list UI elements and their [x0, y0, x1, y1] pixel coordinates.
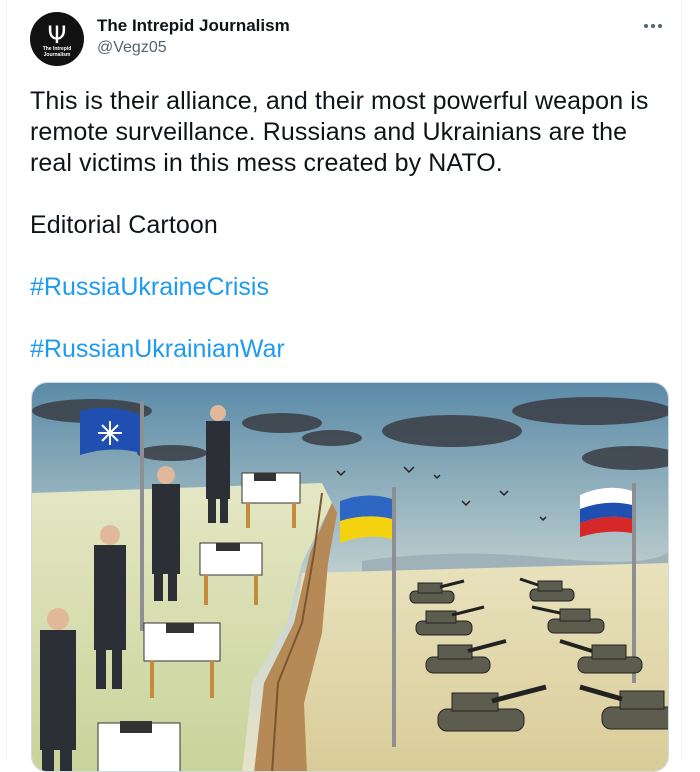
tweet-media-image[interactable]: [31, 382, 669, 772]
avatar[interactable]: Ψ The Intrepid Journalism: [30, 12, 84, 66]
more-horizontal-icon[interactable]: [641, 14, 665, 38]
tweet-body: This is their alliance, and their most p…: [30, 86, 670, 365]
tweet-card[interactable]: Ψ The Intrepid Journalism The Intrepid J…: [6, 0, 682, 772]
tweet-text: This is their alliance, and their most p…: [30, 87, 649, 177]
hashtag-link[interactable]: #RussiaUkraineCrisis: [30, 272, 670, 303]
author-handle[interactable]: @Vegz05: [97, 39, 167, 57]
avatar-text: The Intrepid Journalism: [42, 46, 72, 58]
author-display-name[interactable]: The Intrepid Journalism: [97, 16, 290, 36]
trident-icon: Ψ: [47, 21, 67, 49]
hashtag-link[interactable]: #RussianUkrainianWar: [30, 334, 670, 365]
editorial-cartoon-image: [32, 383, 668, 771]
tweet-text-caption: Editorial Cartoon: [30, 211, 218, 239]
